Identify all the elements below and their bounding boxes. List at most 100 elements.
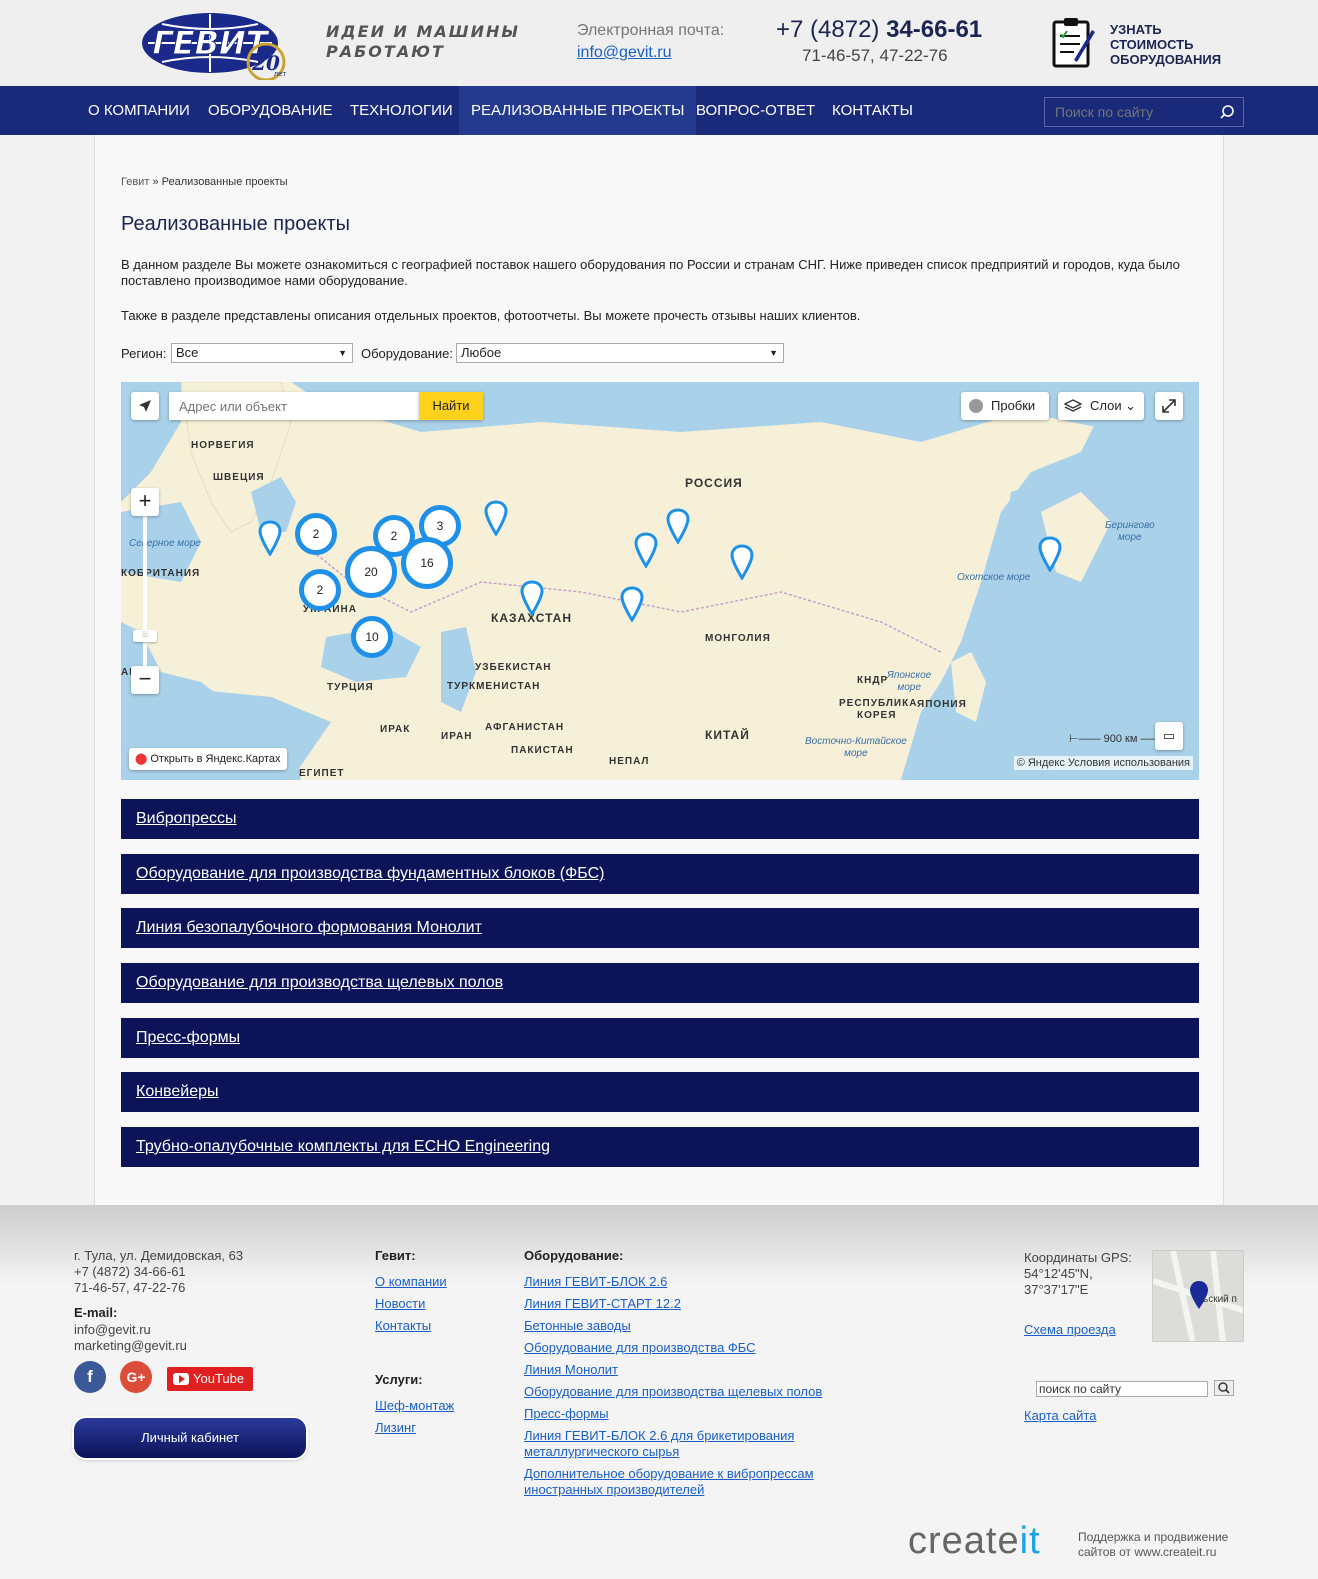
route-scheme-link[interactable]: Схема проезда (1024, 1322, 1116, 1338)
category-bar-echo[interactable]: Трубно-опалубочные комплекты для ECHO En… (121, 1127, 1199, 1167)
traffic-button[interactable]: Пробки (961, 392, 1049, 420)
footer-link-equipment[interactable]: Дополнительное оборудование к вибропресс… (524, 1466, 814, 1482)
projects-map[interactable]: РОССИЯ НОРВЕГИЯ ШВЕЦИЯ Северное море КОБ… (121, 382, 1199, 780)
map-label: КИТАЙ (705, 728, 750, 742)
plus-icon: + (138, 488, 152, 513)
map-cluster[interactable]: 2 (295, 513, 337, 555)
map-copyright: © Яндекс Условия использования (1013, 756, 1193, 770)
map-cluster[interactable]: 2 (373, 515, 415, 557)
map-pin-icon[interactable] (619, 586, 645, 622)
map-label: УЗБЕКИСТАН (475, 662, 552, 673)
nav-item-contacts[interactable]: Контакты (820, 86, 925, 135)
facebook-icon[interactable]: f (74, 1361, 106, 1393)
map-pin-icon[interactable] (1037, 536, 1063, 572)
footer-link-installation[interactable]: Шеф-монтаж (375, 1398, 454, 1414)
nav-item-projects[interactable]: Реализованные проекты (459, 86, 697, 135)
open-yandex-maps-link[interactable]: ⬤ Открыть в Яндекс.Картах (129, 748, 287, 770)
map-label: Северное море (129, 538, 201, 549)
region-select[interactable]: Все ▼ (171, 343, 353, 363)
map-cluster[interactable]: 10 (351, 616, 393, 658)
footer-link-equipment[interactable]: металлургического сырья (524, 1444, 679, 1460)
footer-mini-map[interactable]: ьский п (1152, 1250, 1244, 1342)
map-find-button[interactable]: Найти (419, 392, 483, 420)
footer-link-equipment[interactable]: Линия Монолит (524, 1362, 618, 1378)
map-pin-icon[interactable] (257, 520, 283, 556)
map-pin-icon[interactable] (665, 508, 691, 544)
map-pin-icon[interactable] (729, 544, 755, 580)
price-request-link[interactable]: Узнать стоимость оборудования (1110, 22, 1230, 67)
map-pin-icon[interactable] (633, 532, 659, 568)
footer-link-leasing[interactable]: Лизинг (375, 1420, 416, 1436)
footer-link-equipment[interactable]: Линия ГЕВИТ-БЛОК 2.6 для брикетирования (524, 1428, 794, 1444)
nav-item-technologies[interactable]: Технологии (338, 86, 465, 135)
personal-cabinet-button[interactable]: Личный кабинет (74, 1418, 306, 1458)
equipment-label: Оборудование: (361, 346, 454, 361)
map-address-input[interactable] (169, 392, 419, 420)
zoom-slider-track[interactable] (143, 502, 147, 672)
svg-text:лет: лет (274, 70, 287, 78)
equipment-select[interactable]: Любое ▼ (456, 343, 784, 363)
zoom-in-button[interactable]: + (131, 488, 159, 516)
region-label: Регион: (121, 346, 167, 361)
map-label: Японское море (887, 670, 932, 693)
breadcrumb-home[interactable]: Гевит (121, 176, 149, 188)
layers-button[interactable]: Слои ⌄ (1058, 392, 1144, 420)
footer-search-button[interactable] (1214, 1380, 1234, 1396)
main-content: Гевит » Реализованные проекты Реализован… (94, 135, 1224, 1205)
expand-icon (1162, 399, 1176, 413)
category-bar-slatted-floors[interactable]: Оборудование для производства щелевых по… (121, 963, 1199, 1003)
map-label: ЯПОНИЯ (917, 699, 967, 710)
footer-search-input[interactable]: поиск по сайту (1036, 1381, 1208, 1397)
footer-gevit-heading: Гевит: (375, 1248, 416, 1263)
createit-logo[interactable]: createit (908, 1520, 1041, 1563)
nav-item-equipment[interactable]: Оборудование (196, 86, 345, 135)
footer-link-equipment[interactable]: Линия ГЕВИТ-СТАРТ 12.2 (524, 1296, 681, 1312)
zoom-slider-handle[interactable]: ⁞⁞⁞ (133, 630, 157, 642)
map-label: ИРАН (441, 731, 473, 742)
map-label: КОРЕЯ (857, 710, 897, 721)
category-bar-vibropresses[interactable]: Вибропрессы (121, 799, 1199, 839)
footer-link-equipment[interactable]: Пресс-формы (524, 1406, 609, 1422)
category-bar-conveyors[interactable]: Конвейеры (121, 1072, 1199, 1112)
zoom-out-button[interactable]: − (131, 666, 159, 694)
category-bar-fbs[interactable]: Оборудование для производства фундаментн… (121, 854, 1199, 894)
svg-text:ьский п: ьский п (1203, 1294, 1237, 1305)
map-pin-icon[interactable] (483, 500, 509, 536)
category-bar-molds[interactable]: Пресс-формы (121, 1018, 1199, 1058)
email-label: Электронная почта: (577, 22, 725, 39)
ruler-button[interactable]: ▭ (1155, 722, 1183, 750)
header-email-link[interactable]: info@gevit.ru (577, 44, 672, 62)
sitemap-link[interactable]: Карта сайта (1024, 1408, 1096, 1424)
footer-link-equipment[interactable]: Линия ГЕВИТ-БЛОК 2.6 (524, 1274, 667, 1290)
nav-item-about[interactable]: О компании (76, 86, 202, 135)
footer-link-equipment[interactable]: Оборудование для производства ФБС (524, 1340, 756, 1356)
footer-link-news[interactable]: Новости (375, 1296, 425, 1312)
geolocation-button[interactable] (131, 392, 159, 420)
footer-link-equipment[interactable]: Бетонные заводы (524, 1318, 631, 1334)
terms-link[interactable]: Условия использования (1068, 757, 1190, 769)
slogan: идеи и машины работают (326, 22, 520, 61)
footer-link-contacts[interactable]: Контакты (375, 1318, 431, 1334)
map-label: КОБРИТАНИЯ (121, 568, 201, 579)
category-bar-monolit[interactable]: Линия безопалубочного формования Монолит (121, 908, 1199, 948)
geolocation-icon (139, 400, 151, 412)
map-label: ЕГИПЕТ (299, 768, 345, 779)
chevron-down-icon: ⌄ (1125, 398, 1136, 413)
youtube-link[interactable]: YouTube (167, 1367, 253, 1391)
gps-coordinates: Координаты GPS: 54°12'45"N, 37°37'17"E (1024, 1250, 1132, 1297)
footer-link-about[interactable]: О компании (375, 1274, 447, 1290)
footer-link-equipment[interactable]: Оборудование для производства щелевых по… (524, 1384, 822, 1400)
nav-item-faq[interactable]: Вопрос-ответ (684, 86, 827, 135)
gevit-logo[interactable]: ГЕВИТ 20 лет (140, 10, 300, 82)
site-search-input[interactable] (1045, 98, 1215, 126)
map-label: ИРАК (380, 724, 411, 735)
google-plus-icon[interactable]: G+ (120, 1361, 152, 1393)
footer-link-equipment[interactable]: иностранных производителей (524, 1482, 704, 1498)
map-cluster[interactable]: 2 (299, 569, 341, 611)
map-label: РОССИЯ (685, 476, 743, 490)
fullscreen-button[interactable] (1155, 392, 1183, 420)
clipboard-icon[interactable] (1050, 16, 1096, 70)
map-label: КНДР (857, 675, 889, 686)
search-icon[interactable] (1219, 104, 1235, 120)
map-pin-icon[interactable] (519, 580, 545, 616)
